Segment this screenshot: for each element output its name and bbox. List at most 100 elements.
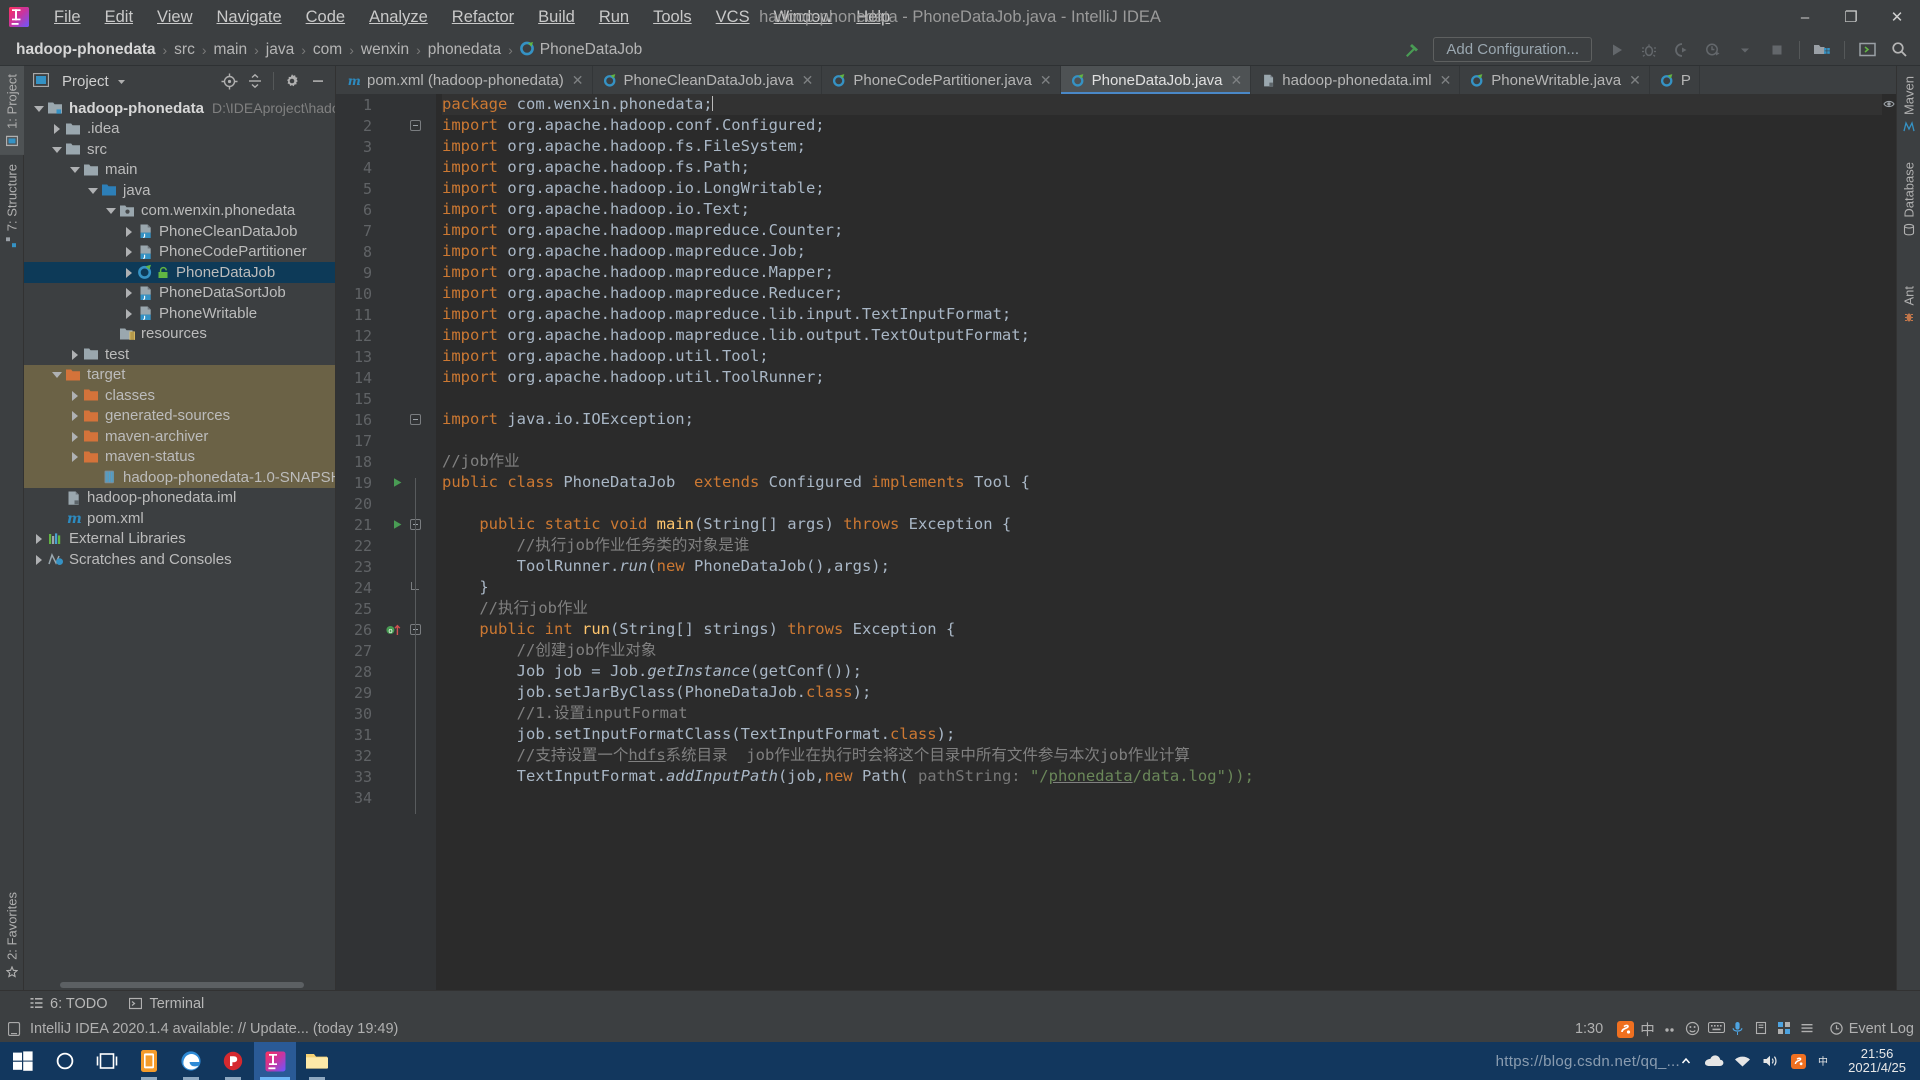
close-icon[interactable]: ✕ xyxy=(802,73,814,87)
menu-view[interactable]: View xyxy=(145,5,204,30)
code-line-11[interactable]: import org.apache.hadoop.mapreduce.lib.i… xyxy=(442,304,1882,325)
breadcrumb-item-wenxin[interactable]: wenxin xyxy=(357,39,413,61)
menu-vcs[interactable]: VCS xyxy=(704,5,762,30)
gutter-line-32[interactable]: 32 xyxy=(336,745,406,766)
tree-node-scratches-and-consoles[interactable]: Scratches and Consoles xyxy=(24,549,335,570)
menu-window[interactable]: Window xyxy=(762,5,845,30)
tree-node-phonecleandatajob[interactable]: PhoneCleanDataJob xyxy=(24,221,335,242)
tree-node-pom-xml[interactable]: mpom.xml xyxy=(24,508,335,529)
project-tree[interactable]: hadoop-phonedataD:\IDEAproject\hadoop.id… xyxy=(24,96,335,990)
gutter-line-21[interactable]: 21 xyxy=(336,514,406,535)
tool-window-todo[interactable]: 6: TODO xyxy=(30,996,107,1012)
menu-bar[interactable]: File Edit View Navigate Code Analyze Ref… xyxy=(42,5,902,30)
locate-icon[interactable] xyxy=(216,69,242,93)
close-icon[interactable]: ✕ xyxy=(572,73,584,87)
tree-node-hadoop-phonedata-1-0-snapshot-jar[interactable]: hadoop-phonedata-1.0-SNAPSHOT.jar xyxy=(24,467,335,488)
gutter-line-33[interactable]: 33 xyxy=(336,766,406,787)
sogou-icon[interactable] xyxy=(1617,1021,1633,1037)
project-horizontal-scrollbar[interactable] xyxy=(60,982,304,988)
menu-build[interactable]: Build xyxy=(526,5,587,30)
ime-menu-icon[interactable] xyxy=(1800,1021,1816,1037)
ime-emoji-icon[interactable] xyxy=(1685,1021,1701,1037)
taskbar-clock[interactable]: 21:56 2021/4/25 xyxy=(1840,1047,1914,1075)
code-line-30[interactable]: //1.设置inputFormat xyxy=(442,703,1882,724)
add-configuration-button[interactable]: Add Configuration... xyxy=(1433,37,1592,62)
chevron-down-icon[interactable] xyxy=(68,163,81,176)
gutter-line-4[interactable]: 4 xyxy=(336,157,406,178)
intellij-icon[interactable] xyxy=(254,1042,296,1080)
gutter-line-24[interactable]: 24 xyxy=(336,577,406,598)
gutter-line-22[interactable]: 22 xyxy=(336,535,406,556)
ime-language-label[interactable]: 中 xyxy=(1640,1019,1655,1040)
chevron-down-icon[interactable] xyxy=(1730,37,1760,63)
code-line-34[interactable] xyxy=(442,787,1882,808)
ime-punctuation-icon[interactable] xyxy=(1662,1021,1678,1037)
code-line-21[interactable]: public static void main(String[] args) t… xyxy=(442,514,1882,535)
chevron-right-icon[interactable] xyxy=(122,286,135,299)
chevron-right-icon[interactable] xyxy=(68,450,81,463)
gutter-line-3[interactable]: 3 xyxy=(336,136,406,157)
ime-keyboard-icon[interactable] xyxy=(1708,1021,1724,1037)
event-log-button[interactable]: Event Log xyxy=(1830,1021,1914,1037)
chevron-down-icon[interactable] xyxy=(111,71,133,91)
explorer-icon[interactable] xyxy=(296,1042,338,1080)
gutter-line-26[interactable]: 26o xyxy=(336,619,406,640)
chevron-right-icon[interactable] xyxy=(68,430,81,443)
chevron-right-icon[interactable] xyxy=(122,266,135,279)
tree-node-phonedatasortjob[interactable]: PhoneDataSortJob xyxy=(24,283,335,304)
store-icon[interactable] xyxy=(128,1042,170,1080)
profile-icon[interactable] xyxy=(1698,37,1728,63)
sidebar-item-favorites[interactable]: 2: Favorites xyxy=(0,884,24,986)
fold-gutter[interactable] xyxy=(406,94,436,990)
breadcrumb-item-phonedata[interactable]: phonedata xyxy=(424,39,505,61)
sogou-tray[interactable] xyxy=(1784,1042,1812,1080)
sidebar-item-structure[interactable]: 7: Structure xyxy=(0,156,24,257)
code-line-22[interactable]: //执行job作业任务类的对象是谁 xyxy=(442,535,1882,556)
stop-icon[interactable] xyxy=(1762,37,1792,63)
run-gutter-icon[interactable] xyxy=(392,477,403,488)
gutter-line-19[interactable]: 19 xyxy=(336,472,406,493)
editor-tab-phonedatajob-java[interactable]: PhoneDataJob.java✕ xyxy=(1061,66,1252,94)
chevron-right-icon[interactable] xyxy=(68,409,81,422)
editor-tab-bar[interactable]: mpom.xml (hadoop-phonedata)✕PhoneCleanDa… xyxy=(336,66,1896,94)
menu-help[interactable]: Help xyxy=(844,5,902,30)
code-line-1[interactable]: package com.wenxin.phonedata; xyxy=(442,94,1882,115)
editor-tab-phonewritable-java[interactable]: PhoneWritable.java✕ xyxy=(1460,66,1650,94)
code-line-32[interactable]: //支持设置一个hdfs系统目录 job作业在执行时会将这个目录中所有文件参与本… xyxy=(442,745,1882,766)
menu-code[interactable]: Code xyxy=(294,5,357,30)
gutter-line-12[interactable]: 12 xyxy=(336,325,406,346)
code-line-19[interactable]: public class PhoneDataJob extends Config… xyxy=(442,472,1882,493)
code-editor[interactable]: 1234567891011121314151617181920212223242… xyxy=(336,94,1896,990)
tree-node-classes[interactable]: classes xyxy=(24,385,335,406)
language-icon[interactable]: 中 xyxy=(1812,1042,1840,1080)
code-line-4[interactable]: import org.apache.hadoop.fs.Path; xyxy=(442,157,1882,178)
gutter-line-31[interactable]: 31 xyxy=(336,724,406,745)
code-line-27[interactable]: //创建job作业对象 xyxy=(442,640,1882,661)
gutter-line-29[interactable]: 29 xyxy=(336,682,406,703)
collapse-all-icon[interactable] xyxy=(242,69,268,93)
tree-node-hadoop-phonedata[interactable]: hadoop-phonedataD:\IDEAproject\hadoop xyxy=(24,98,335,119)
tree-node--idea[interactable]: .idea xyxy=(24,119,335,140)
gutter-line-34[interactable]: 34 xyxy=(336,787,406,808)
chevron-right-icon[interactable] xyxy=(32,553,45,566)
menu-run[interactable]: Run xyxy=(587,5,641,30)
editor-tab-phonecleandatajob-java[interactable]: PhoneCleanDataJob.java✕ xyxy=(593,66,823,94)
breadcrumb-item-main[interactable]: main xyxy=(210,39,252,61)
chevron-right-icon[interactable] xyxy=(122,225,135,238)
maximize-button[interactable]: ❐ xyxy=(1828,0,1874,34)
editor-tab-phonecodepartitioner-java[interactable]: PhoneCodePartitioner.java✕ xyxy=(822,66,1060,94)
code-line-18[interactable]: //job作业 xyxy=(442,451,1882,472)
gutter-line-11[interactable]: 11 xyxy=(336,304,406,325)
code-line-20[interactable] xyxy=(442,493,1882,514)
gutter-line-10[interactable]: 10 xyxy=(336,283,406,304)
sidebar-item-ant[interactable]: Ant xyxy=(1897,278,1920,332)
menu-navigate[interactable]: Navigate xyxy=(205,5,294,30)
marker-strip[interactable] xyxy=(1882,94,1896,990)
ime-voice-icon[interactable] xyxy=(1731,1021,1747,1037)
notification-icon[interactable] xyxy=(8,1022,22,1036)
start-icon[interactable] xyxy=(2,1042,44,1080)
breadcrumb-item-java[interactable]: java xyxy=(262,39,298,61)
tree-node-maven-archiver[interactable]: maven-archiver xyxy=(24,426,335,447)
ime-grid-icon[interactable] xyxy=(1777,1021,1793,1037)
sidebar-item-maven[interactable]: Maven xyxy=(1897,68,1920,141)
